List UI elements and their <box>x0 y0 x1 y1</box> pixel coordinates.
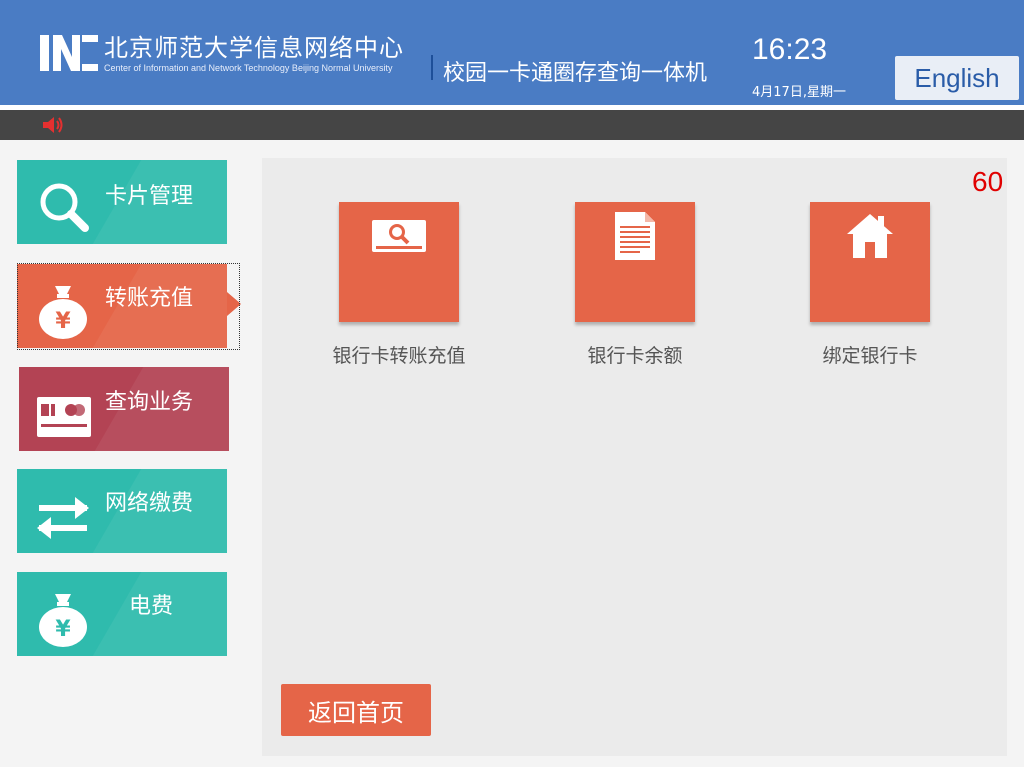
org-name-en: Center of Information and Network Techno… <box>104 63 393 73</box>
sidebar-item-label: 卡片管理 <box>105 184 194 209</box>
bind-bank-card-tile[interactable] <box>810 202 930 322</box>
clock-time: 16:23 <box>752 33 828 66</box>
active-indicator-arrow <box>227 292 241 316</box>
tile-label: 银行卡余额 <box>587 345 683 367</box>
magnifier-icon <box>40 183 89 232</box>
money-bag-icon: ¥ <box>39 286 87 339</box>
svg-text:¥: ¥ <box>55 617 71 642</box>
bank-balance-tile[interactable] <box>575 202 695 322</box>
sidebar-item-query[interactable]: 查询业务 <box>19 367 229 451</box>
system-title: 校园一卡通圈存查询一体机 <box>443 61 708 86</box>
return-home-button[interactable]: 返回首页 <box>281 684 431 736</box>
tile-label: 绑定银行卡 <box>822 345 918 367</box>
transfer-arrows-icon <box>37 497 89 539</box>
svg-text:¥: ¥ <box>55 309 71 334</box>
title-divider <box>431 55 433 80</box>
card-magnifier-icon <box>372 220 426 252</box>
sidebar-item-label: 网络缴费 <box>105 491 194 516</box>
english-language-button[interactable]: English <box>895 56 1019 100</box>
bank-card-icon <box>37 397 91 437</box>
sidebar-item-network-fee[interactable]: 网络缴费 <box>17 469 227 553</box>
home-icon <box>847 214 893 258</box>
countdown-timer: 60 <box>972 166 1004 197</box>
sidebar-item-label: 转账充值 <box>105 286 194 311</box>
sidebar-item-electricity-fee[interactable]: ¥ 电费 <box>17 572 227 656</box>
header-bar: 北京师范大学信息网络中心 Center of Information and N… <box>0 0 1024 105</box>
sidebar-item-card-management[interactable]: 卡片管理 <box>17 160 227 244</box>
tile-label: 银行卡转账充值 <box>332 345 466 367</box>
sidebar-item-label: 电费 <box>129 594 174 619</box>
bank-transfer-recharge-tile[interactable] <box>339 202 459 322</box>
speaker-icon[interactable] <box>42 116 64 138</box>
clock-date: 4月17日,星期一 <box>752 85 846 100</box>
money-bag-icon: ¥ <box>39 594 87 647</box>
notice-bar <box>0 110 1024 140</box>
org-name-cn: 北京师范大学信息网络中心 <box>104 34 404 62</box>
sidebar-item-label: 查询业务 <box>105 390 194 415</box>
inc-logo <box>40 33 98 73</box>
sidebar-item-transfer-recharge[interactable]: ¥ 转账充值 <box>17 264 227 348</box>
document-icon <box>615 212 655 260</box>
